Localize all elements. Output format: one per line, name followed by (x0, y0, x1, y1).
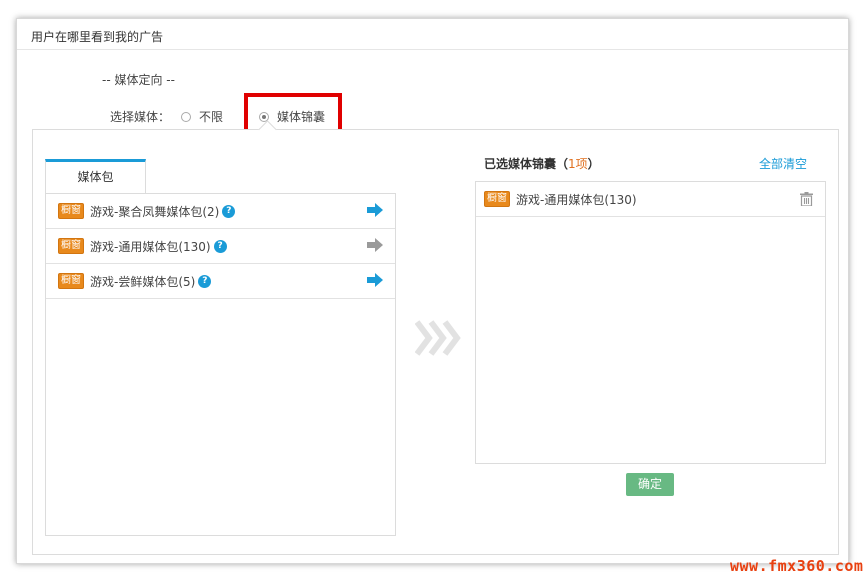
media-pack-row[interactable]: 橱窗 游戏-尝鲜媒体包(5) ? (46, 264, 395, 299)
media-pack-label: 游戏-聚合凤舞媒体包(2) (90, 204, 220, 219)
help-icon[interactable]: ? (213, 239, 227, 253)
help-icon[interactable]: ? (222, 204, 236, 218)
section-title: -- 媒体定向 -- (102, 73, 175, 87)
window-tag: 橱窗 (58, 273, 84, 289)
selected-count-close: ） (587, 157, 600, 171)
media-selection-panel: 媒体包 橱窗 游戏-聚合凤舞媒体包(2) ? 橱窗 游戏-通用媒体包(130) … (32, 120, 839, 555)
clear-all-link[interactable]: 全部清空 (759, 155, 807, 172)
add-arrow-icon[interactable] (367, 203, 383, 217)
radio-unlimited-label: 不限 (199, 110, 224, 124)
transfer-chevrons-icon (415, 320, 461, 356)
window-tag: 橱窗 (58, 238, 84, 254)
help-icon[interactable]: ? (198, 274, 212, 288)
watermark-text: www.fmx360.com (730, 557, 864, 575)
add-arrow-icon[interactable] (367, 273, 383, 287)
selected-media-row: 橱窗 游戏-通用媒体包(130) (476, 182, 825, 217)
media-pack-row[interactable]: 橱窗 游戏-聚合凤舞媒体包(2) ? (46, 194, 395, 229)
selected-count-open: （ (556, 157, 569, 171)
confirm-button[interactable]: 确定 (626, 473, 674, 496)
radio-unlimited[interactable]: 不限 (181, 108, 223, 125)
window-tag: 橱窗 (58, 203, 84, 219)
media-pack-label: 游戏-尝鲜媒体包(5) (90, 274, 196, 289)
media-pack-label: 游戏-通用媒体包(130) (90, 239, 211, 254)
choose-media-label: 选择媒体： (110, 110, 171, 124)
selected-media-label: 游戏-通用媒体包(130) (516, 192, 637, 207)
selected-title-text: 已选媒体锦囊 (484, 157, 557, 171)
selected-media-title: 已选媒体锦囊（1项） (484, 155, 600, 172)
dialog-title: 用户在哪里看到我的广告 (31, 30, 164, 44)
radio-unlimited-circle[interactable] (181, 111, 191, 122)
tab-media-pack[interactable]: 媒体包 (45, 159, 146, 193)
title-divider (17, 49, 848, 50)
media-pack-list: 橱窗 游戏-聚合凤舞媒体包(2) ? 橱窗 游戏-通用媒体包(130) ? 橱窗… (45, 193, 396, 536)
annotation-highlight-box (244, 93, 342, 133)
media-pack-row[interactable]: 橱窗 游戏-通用媒体包(130) ? (46, 229, 395, 264)
selected-media-list: 橱窗 游戏-通用媒体包(130) (475, 181, 826, 464)
add-arrow-icon (367, 238, 383, 252)
selected-count: 1项 (568, 157, 588, 171)
trash-icon[interactable] (800, 192, 813, 206)
dialog-frame: 用户在哪里看到我的广告 -- 媒体定向 -- 选择媒体： 不限 媒体锦囊 媒体包… (16, 18, 849, 564)
window-tag: 橱窗 (484, 191, 510, 207)
